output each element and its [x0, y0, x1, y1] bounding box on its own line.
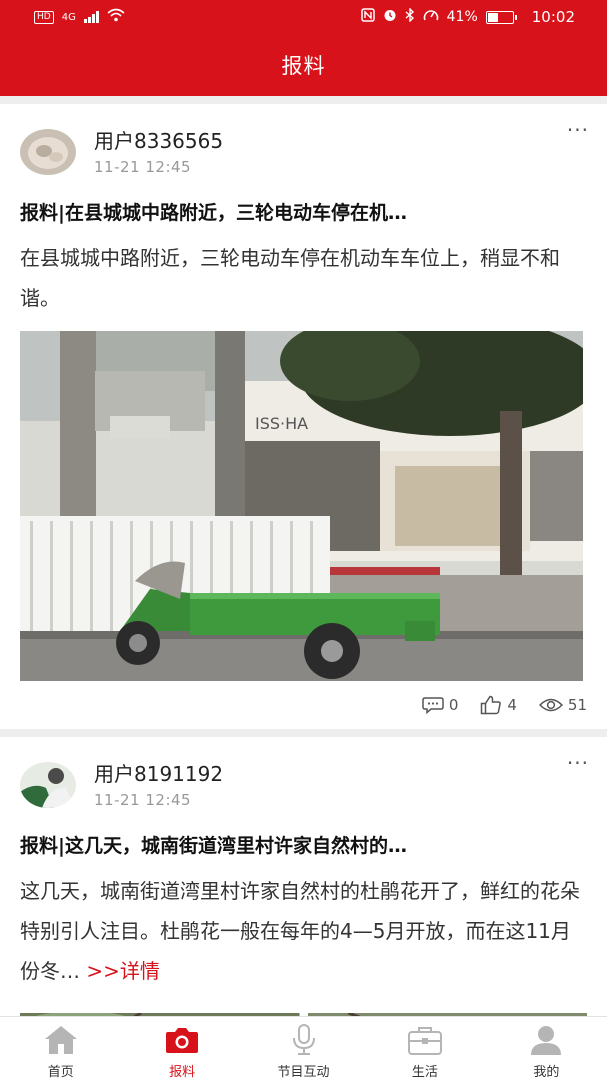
nav-label: 我的 [533, 1065, 560, 1080]
nav-life[interactable]: 生活 [364, 1017, 485, 1080]
home-icon [44, 1026, 77, 1054]
page-title: 报料 [281, 54, 326, 78]
more-options-button[interactable]: ··· [567, 751, 589, 775]
comment-count: 0 [448, 696, 459, 714]
avatar[interactable] [20, 129, 76, 175]
post-body[interactable]: 这几天，城南街道湾里村许家自然村的杜鹃花开了，鲜红的花朵特别引人注目。杜鹃花一般… [20, 871, 587, 991]
post-card[interactable]: ··· 用户8336565 11-21 12:45 报料|在县城城中路附近，三轮… [0, 104, 607, 729]
username[interactable]: 用户8336565 [94, 128, 223, 154]
post-image[interactable]: ISS·HA [20, 331, 583, 681]
hd-badge: HD [34, 10, 54, 24]
post-title[interactable]: 报料|这几天，城南街道湾里村许家自然村的… [20, 833, 587, 859]
comment-icon [422, 697, 444, 714]
post-body[interactable]: 在县城城中路附近，三轮电动车停在机动车车位上，稍显不和谐。 [20, 238, 587, 318]
post-feed[interactable]: ··· 用户8336565 11-21 12:45 报料|在县城城中路附近，三轮… [0, 96, 607, 1016]
view-count: 51 [567, 696, 587, 714]
clock: 10:02 [531, 8, 575, 26]
microphone-icon [292, 1024, 315, 1055]
like-stat[interactable]: 4 [480, 695, 517, 715]
avatar[interactable] [20, 762, 76, 808]
nav-label: 报料 [169, 1065, 196, 1080]
detail-link[interactable]: >>详情 [86, 959, 160, 983]
wifi-icon [107, 8, 125, 26]
signal-icon [83, 11, 99, 23]
app-header: HD 4G 41% 10:02 报料 [0, 0, 607, 96]
battery-percent: 41% [446, 9, 478, 25]
camera-icon [166, 1028, 199, 1053]
bluetooth-icon [405, 7, 415, 26]
nav-label: 生活 [411, 1065, 438, 1080]
nav-interaction[interactable]: 节目互动 [243, 1017, 364, 1080]
alarm-icon [383, 8, 397, 26]
briefcase-icon [407, 1027, 442, 1055]
profile-icon [531, 1026, 562, 1055]
nav-mine[interactable]: 我的 [486, 1017, 607, 1080]
post-time: 11-21 12:45 [94, 791, 192, 809]
post-title[interactable]: 报料|在县城城中路附近，三轮电动车停在机… [20, 200, 587, 226]
nfc-icon [360, 8, 375, 26]
status-bar: HD 4G 41% 10:02 [0, 0, 607, 34]
nav-report[interactable]: 报料 [121, 1017, 242, 1080]
nav-label: 节目互动 [277, 1065, 330, 1080]
post-stats: 0 4 51 [20, 681, 587, 729]
battery-icon [485, 10, 517, 24]
svg-text:ISS·HA: ISS·HA [255, 414, 308, 433]
thumbs-up-icon [481, 695, 502, 715]
nav-home[interactable]: 首页 [0, 1017, 121, 1080]
view-stat: 51 [538, 696, 587, 714]
comment-stat[interactable]: 0 [422, 696, 459, 714]
post-time: 11-21 12:45 [94, 158, 192, 176]
more-options-button[interactable]: ··· [567, 118, 589, 142]
speed-icon [423, 8, 439, 26]
network-type: 4G [61, 11, 76, 23]
post-card[interactable]: ··· 用户8191192 11-21 12:45 报料|这几天，城南街道湾里村… [0, 737, 607, 1016]
nav-label: 首页 [47, 1065, 74, 1080]
username[interactable]: 用户8191192 [94, 761, 223, 787]
like-count: 4 [507, 696, 517, 714]
bottom-nav: 首页 报料 节目互动 生活 我的 [0, 1016, 607, 1080]
eye-icon [538, 698, 563, 712]
